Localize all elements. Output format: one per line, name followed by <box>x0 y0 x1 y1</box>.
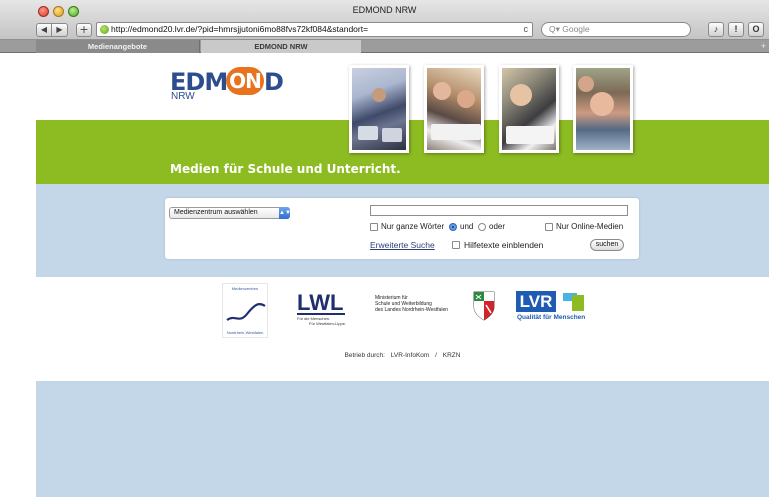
advanced-search-link[interactable]: Erweiterte Suche <box>370 240 435 250</box>
new-tab-button[interactable]: + <box>761 40 766 52</box>
ministerium-line-3: des Landes Nordrhein-Westfalen <box>375 307 449 313</box>
search-input[interactable] <box>370 205 628 216</box>
search-submit-button[interactable]: suchen <box>590 239 624 251</box>
whole-words-label: Nur ganze Wörter <box>381 222 445 231</box>
tab-bar: Medienangebote EDMOND NRW + <box>0 40 769 53</box>
forward-button[interactable]: ▶ <box>52 23 68 37</box>
photo-classroom-laptops <box>349 65 409 153</box>
online-only-checkbox[interactable] <box>545 223 553 231</box>
select-value: Medienzentrum auswählen <box>174 209 258 216</box>
back-button[interactable]: ◀ <box>36 23 52 37</box>
photo-students-headphones <box>424 65 484 153</box>
logo-text-d: D <box>264 68 284 96</box>
ministerium-logo[interactable]: Ministerium für Schule und Weiterbildung… <box>375 295 470 317</box>
help-texts-option: Hilfetexte einblenden <box>452 240 543 250</box>
edmond-logo[interactable]: EDM ON D NRW <box>170 67 284 104</box>
photo-highlight <box>457 90 475 108</box>
toolbar-button-1[interactable]: ♪ <box>708 22 724 37</box>
online-only-label: Nur Online-Medien <box>556 222 624 231</box>
photo-girl-headphones <box>573 65 633 153</box>
medienzentren-nrw-logo[interactable]: Medienzentren Nordrhein-Westfalen <box>222 283 268 338</box>
operator-separator: / <box>435 352 437 359</box>
photo-highlight <box>590 92 614 116</box>
photo-highlight <box>506 126 554 144</box>
photo-highlight <box>372 88 386 102</box>
logo-text-nrw: NRW <box>171 91 195 102</box>
and-radio[interactable] <box>449 223 457 231</box>
operator-lvr-infokom-link[interactable]: LVR-InfoKom <box>391 352 430 359</box>
add-bookmark-button[interactable]: + <box>76 23 92 37</box>
operated-by-label: Betrieb durch: <box>344 352 385 359</box>
lwl-underline <box>297 313 345 315</box>
photo-highlight <box>510 84 532 106</box>
web-page: EDM ON D NRW Medien für Schule und Unter… <box>36 54 769 497</box>
whole-words-checkbox[interactable] <box>370 223 378 231</box>
help-texts-label: Hilfetexte einblenden <box>464 240 544 250</box>
operators-line: Betrieb durch: LVR-InfoKom / KRZN <box>36 352 769 359</box>
address-bar[interactable]: http://edmond20.lvr.de/?pid=hmrsjjutoni6… <box>96 22 533 37</box>
photo-highlight <box>433 82 451 100</box>
toolbar-button-3[interactable]: O <box>748 22 764 37</box>
medienzentrum-select[interactable]: Medienzentrum auswählen ▲▼ <box>169 207 291 219</box>
photo-highlight <box>578 76 594 92</box>
tab-edmond-nrw[interactable]: EDMOND NRW <box>201 40 361 53</box>
help-texts-checkbox[interactable] <box>452 241 460 249</box>
lvr-wordmark: LVR <box>516 291 556 312</box>
crest-shape-icon <box>473 291 495 321</box>
toolbar-button-2[interactable]: ! <box>728 22 744 37</box>
site-favicon-icon <box>100 25 109 34</box>
browser-search-field[interactable]: Q▾ Google <box>541 22 691 37</box>
reload-icon[interactable]: c <box>524 23 529 36</box>
photo-student-headset <box>499 65 559 153</box>
nrw-crest-icon <box>473 291 495 321</box>
title-bar: EDMOND NRW ◀ ▶ + http://edmond20.lvr.de/… <box>0 0 769 40</box>
photo-highlight <box>382 128 402 142</box>
search-panel: Medienzentrum auswählen ▲▼ Nur ganze Wör… <box>165 198 639 259</box>
lvr-claim: Qualität für Menschen <box>517 314 586 321</box>
or-radio[interactable] <box>478 223 486 231</box>
partner-strip <box>36 277 769 381</box>
lvr-logo[interactable]: LVR Qualität für Menschen <box>516 291 601 327</box>
logo-text-on: ON <box>226 67 264 95</box>
medienzentren-label-bottom: Nordrhein-Westfalen <box>226 330 264 335</box>
tab-medienangebote[interactable]: Medienangebote <box>36 40 200 53</box>
and-label: und <box>460 222 474 231</box>
window-title: EDMOND NRW <box>352 5 417 15</box>
url-text: http://edmond20.lvr.de/?pid=hmrsjjutoni6… <box>111 24 369 34</box>
lvr-square-green <box>572 295 584 311</box>
photo-highlight <box>431 124 481 140</box>
lwl-claim-2: Für Westfalen-Lippe. <box>309 321 347 326</box>
operator-krzn-link[interactable]: KRZN <box>443 352 461 359</box>
lwl-logo[interactable]: LWL Für die Menschen. Für Westfalen-Lipp… <box>297 290 369 330</box>
select-arrows-icon: ▲▼ <box>279 207 291 219</box>
or-label: oder <box>489 222 506 231</box>
photo-highlight <box>358 126 378 140</box>
browser-window: EDMOND NRW ◀ ▶ + http://edmond20.lvr.de/… <box>0 0 769 497</box>
tagline: Medien für Schule und Unterricht. <box>170 162 401 176</box>
